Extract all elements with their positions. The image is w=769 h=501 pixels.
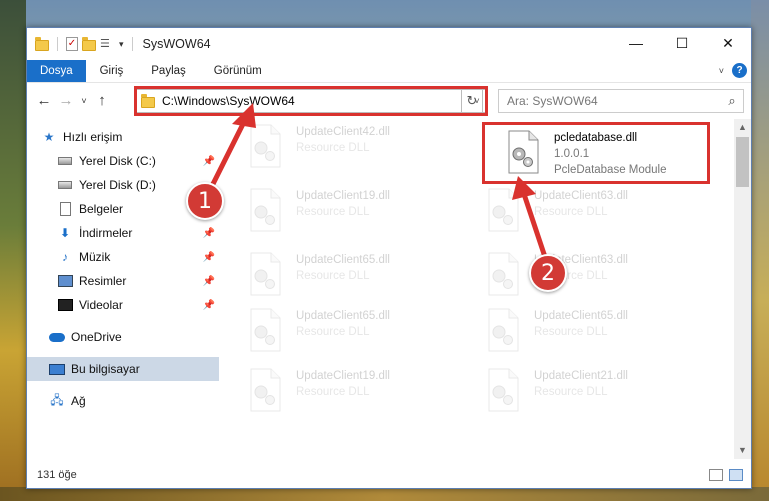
sidebar-item-label: Yerel Disk (D:) — [79, 178, 156, 192]
scroll-down-icon[interactable]: ▼ — [734, 442, 751, 459]
address-bar-highlight — [134, 86, 488, 116]
folder-icon — [35, 36, 49, 51]
sidebar-item-network[interactable]: 🖧 Ağ — [27, 389, 219, 413]
sidebar-item-label: Resimler — [79, 274, 127, 288]
file-highlight — [482, 122, 710, 184]
music-icon: ♪ — [62, 250, 68, 264]
forward-button[interactable]: → — [55, 92, 77, 109]
sidebar-item-this-pc[interactable]: Bu bilgisayar — [27, 357, 219, 381]
sidebar-item-label: Ağ — [71, 394, 86, 408]
documents-icon — [57, 202, 73, 216]
videos-icon — [57, 298, 73, 312]
onedrive-icon — [49, 330, 65, 344]
quick-access-toolbar: ✓ ☰ ▾ — [27, 36, 137, 51]
disk-icon — [57, 154, 73, 168]
large-icons-view-icon[interactable] — [729, 469, 743, 481]
sidebar-item-label: OneDrive — [71, 330, 122, 344]
vertical-scrollbar[interactable]: ▲ ▼ — [734, 119, 751, 459]
disk-icon — [57, 178, 73, 192]
toolbar-separator — [57, 37, 58, 51]
sidebar-item-label: Videolar — [79, 298, 123, 312]
callout-one: 1 — [186, 182, 224, 220]
close-button[interactable]: ✕ — [705, 28, 751, 58]
sidebar-item-local-disk-c[interactable]: Yerel Disk (C:) 📌 — [27, 149, 219, 173]
sidebar-item-label: Belgeler — [79, 202, 124, 216]
tab-file[interactable]: Dosya — [27, 60, 86, 82]
downloads-icon: ⬇ — [59, 226, 71, 240]
search-box[interactable]: Ara: SysWOW64 ⌕ — [498, 89, 744, 113]
sidebar-item-label: İndirmeler — [79, 226, 133, 240]
tab-home[interactable]: Giriş — [86, 60, 138, 82]
desktop-background-right — [751, 0, 769, 501]
new-folder-icon[interactable] — [82, 36, 96, 51]
scroll-up-icon[interactable]: ▲ — [734, 119, 751, 136]
navigation-pane: ★ Hızlı erişim Yerel Disk (C:) 📌 Yerel D… — [27, 119, 219, 459]
star-icon: ★ — [43, 130, 55, 144]
toolbar-separator — [131, 37, 133, 51]
sidebar-item-videos[interactable]: Videolar 📌 — [27, 293, 219, 317]
maximize-button[interactable]: ☐ — [659, 28, 705, 58]
expand-ribbon-icon[interactable]: ˅ — [719, 66, 724, 76]
details-view-icon[interactable] — [709, 469, 723, 481]
sidebar-item-downloads[interactable]: ⬇ İndirmeler 📌 — [27, 221, 219, 245]
callout-two: 2 — [529, 254, 567, 292]
pin-icon[interactable]: 📌 — [203, 252, 215, 263]
network-icon: 🖧 — [50, 392, 64, 407]
customize-toolbar-dropdown-icon[interactable]: ▾ — [119, 39, 124, 50]
pin-icon[interactable]: 📌 — [203, 300, 215, 311]
status-bar: 131 öğe — [27, 462, 751, 488]
search-icon[interactable]: ⌕ — [721, 93, 743, 109]
tab-view[interactable]: Görünüm — [200, 60, 276, 82]
sidebar-item-quick-access[interactable]: ★ Hızlı erişim — [27, 125, 219, 149]
window-title: SysWOW64 — [142, 37, 211, 51]
search-input[interactable]: Ara: SysWOW64 — [507, 94, 721, 108]
item-count: 131 öğe — [37, 469, 77, 481]
minimize-button[interactable]: — — [613, 28, 659, 58]
view-switcher — [709, 469, 743, 481]
tab-share[interactable]: Paylaş — [137, 60, 200, 82]
pin-icon[interactable]: 📌 — [203, 276, 215, 287]
rename-icon[interactable]: ☰ — [100, 38, 115, 51]
ribbon-tabs: Dosya Giriş Paylaş Görünüm ˅ ? — [27, 60, 751, 82]
pictures-icon — [57, 274, 73, 288]
desktop-background-left — [0, 0, 26, 501]
sidebar-item-label: Müzik — [79, 250, 111, 264]
desktop-background-bottom — [0, 487, 769, 501]
pin-icon[interactable]: 📌 — [203, 228, 215, 239]
sidebar-item-label: Bu bilgisayar — [71, 362, 140, 376]
sidebar-item-pictures[interactable]: Resimler 📌 — [27, 269, 219, 293]
sidebar-item-label: Hızlı erişim — [63, 130, 123, 144]
help-icon[interactable]: ? — [732, 63, 747, 78]
properties-check-icon[interactable]: ✓ — [66, 37, 78, 51]
sidebar-item-onedrive[interactable]: OneDrive — [27, 325, 219, 349]
scroll-thumb[interactable] — [736, 137, 749, 187]
ribbon-right-controls: ˅ ? — [719, 63, 747, 78]
computer-icon — [49, 362, 65, 376]
recent-locations-button[interactable]: ˅ — [77, 96, 91, 106]
sidebar-item-music[interactable]: ♪ Müzik 📌 — [27, 245, 219, 269]
window-controls: — ☐ ✕ — [613, 28, 751, 58]
back-button[interactable]: ← — [33, 92, 55, 109]
up-button[interactable]: ↑ — [91, 92, 113, 109]
pin-icon[interactable]: 📌 — [203, 156, 215, 167]
title-bar: ✓ ☰ ▾ SysWOW64 — ☐ ✕ — [27, 28, 751, 60]
sidebar-item-label: Yerel Disk (C:) — [79, 154, 156, 168]
